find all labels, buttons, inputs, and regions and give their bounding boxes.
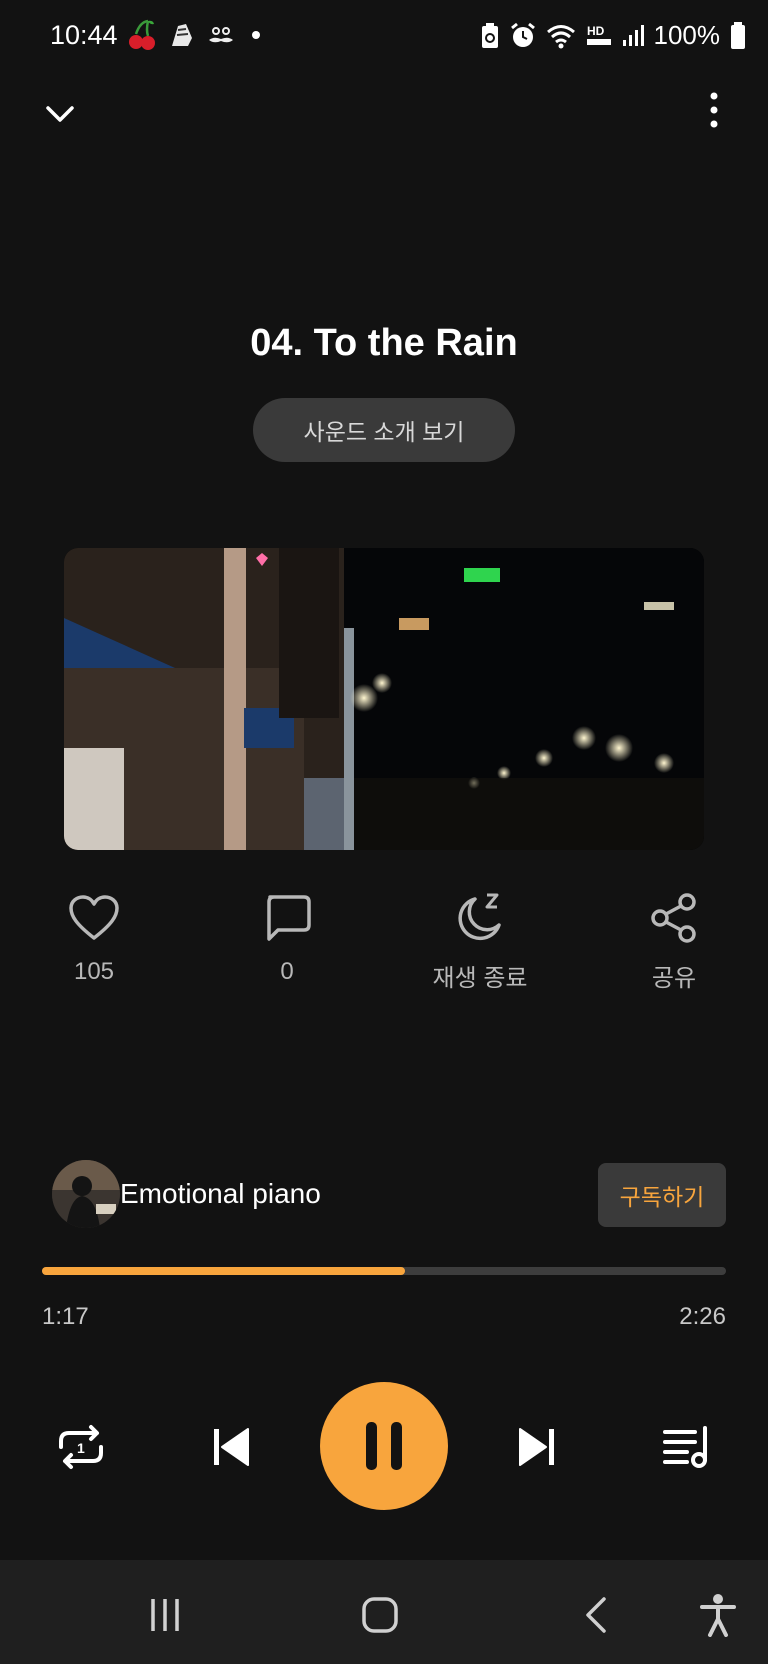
channel-row: Emotional piano 구독하기 xyxy=(0,1160,768,1232)
svg-text:HD: HD xyxy=(587,24,605,38)
comment-action[interactable]: 0 xyxy=(217,890,357,986)
pause-button[interactable] xyxy=(320,1382,448,1510)
sleep-timer-icon xyxy=(458,893,501,941)
skip-next-icon xyxy=(519,1428,554,1466)
avatar-image xyxy=(52,1160,120,1228)
dot-icon xyxy=(252,31,260,39)
hd-voice-icon: HD xyxy=(586,24,611,45)
share-label: 공유 xyxy=(651,965,697,992)
wifi-icon xyxy=(546,24,575,48)
recent-apps-button[interactable] xyxy=(135,1590,195,1640)
like-count: 105 xyxy=(73,958,115,985)
channel-name[interactable]: Emotional piano xyxy=(120,1178,321,1210)
accessibility-icon xyxy=(700,1594,736,1637)
recent-apps-icon xyxy=(151,1599,179,1631)
sleep-timer-action[interactable]: 재생 종료 xyxy=(410,890,550,993)
system-icons: HD 100% xyxy=(480,20,747,51)
notification-icons xyxy=(126,18,260,52)
back-button[interactable] xyxy=(566,1590,626,1640)
like-action[interactable]: 105 xyxy=(24,890,164,986)
signal-icon xyxy=(622,24,644,46)
more-options-button[interactable] xyxy=(700,88,728,132)
home-icon xyxy=(362,1597,398,1633)
total-duration: 2:26 xyxy=(679,1303,726,1330)
more-vertical-icon xyxy=(710,92,718,128)
heart-icon xyxy=(69,895,119,940)
next-button[interactable] xyxy=(506,1416,568,1478)
repeat-one-button[interactable]: 1 xyxy=(50,1416,112,1478)
battery-icon xyxy=(731,21,745,49)
accessibility-button[interactable] xyxy=(688,1590,748,1640)
share-icon xyxy=(651,893,696,943)
previous-button[interactable] xyxy=(200,1416,262,1478)
alarm-icon xyxy=(510,22,535,47)
notification-icon xyxy=(172,24,192,46)
playlist-button[interactable] xyxy=(656,1416,718,1478)
artwork-image xyxy=(64,548,704,850)
pause-icon xyxy=(366,1422,402,1470)
repeat-one-icon: 1 xyxy=(59,1425,103,1469)
channel-avatar[interactable] xyxy=(52,1160,120,1228)
track-title: 04. To the Rain xyxy=(250,322,518,364)
chevron-down-icon xyxy=(46,106,74,122)
progress-fill xyxy=(42,1267,405,1275)
comment-count: 0 xyxy=(280,958,294,985)
playlist-icon xyxy=(663,1426,707,1468)
back-icon xyxy=(586,1597,606,1633)
battery-percent: 100% xyxy=(653,20,721,50)
svg-text:1: 1 xyxy=(77,1440,85,1456)
skip-previous-icon xyxy=(214,1428,249,1466)
subscribe-button[interactable]: 구독하기 xyxy=(598,1163,726,1227)
status-time: 10:44 xyxy=(50,20,118,50)
album-artwork xyxy=(64,548,704,850)
cherry-icon xyxy=(129,19,155,50)
action-row: 105 0 재생 종료 공유 xyxy=(0,890,768,1000)
system-navigation-bar xyxy=(0,1560,768,1664)
sound-intro-button[interactable]: 사운드 소개 보기 xyxy=(253,398,515,462)
elapsed-time: 1:17 xyxy=(42,1303,89,1330)
collapse-button[interactable] xyxy=(40,94,80,134)
top-bar xyxy=(0,80,768,150)
progress-bar[interactable] xyxy=(42,1267,726,1275)
sleep-timer-label: 재생 종료 xyxy=(432,965,528,992)
share-action[interactable]: 공유 xyxy=(604,890,744,993)
mustache-icon xyxy=(209,27,233,43)
playback-controls: 1 xyxy=(0,1382,768,1512)
home-button[interactable] xyxy=(350,1590,410,1640)
battery-saver-icon xyxy=(481,22,498,48)
comment-icon xyxy=(267,895,311,941)
status-bar: 10:44 HD 100% xyxy=(0,0,768,76)
